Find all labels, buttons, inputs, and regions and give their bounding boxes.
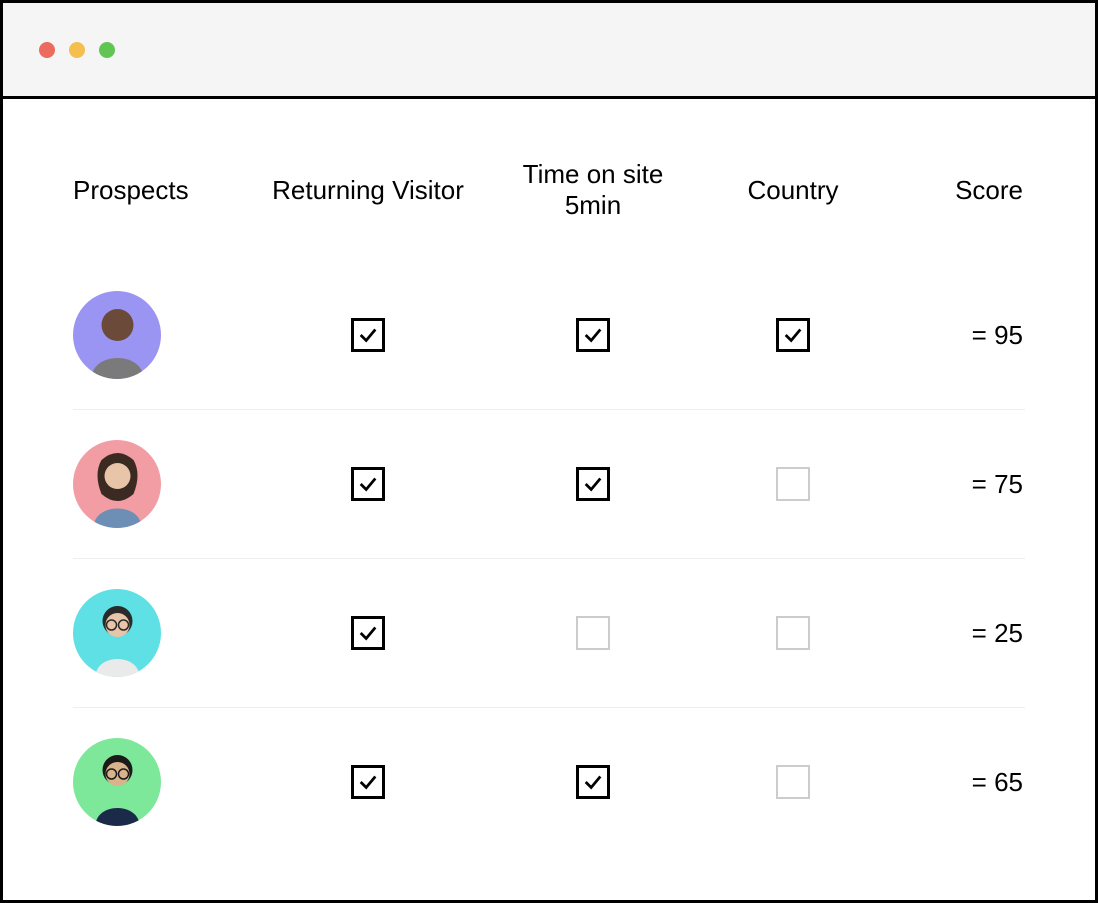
col-header-returning: Returning Visitor: [253, 175, 483, 206]
col-header-country: Country: [703, 175, 883, 206]
prospect-cell: [73, 589, 253, 677]
returning-checkbox[interactable]: [351, 616, 385, 650]
prospect-cell: [73, 440, 253, 528]
col-header-time-line2: 5min: [483, 190, 703, 221]
avatar: [73, 440, 161, 528]
country-checkbox[interactable]: [776, 467, 810, 501]
check-icon: [582, 324, 604, 346]
score-value: = 65: [883, 767, 1023, 798]
col-header-time: Time on site 5min: [483, 159, 703, 221]
person-icon: [85, 450, 150, 528]
avatar: [73, 589, 161, 677]
returning-checkbox[interactable]: [351, 467, 385, 501]
returning-checkbox[interactable]: [351, 765, 385, 799]
person-icon: [85, 301, 150, 379]
returning-checkbox[interactable]: [351, 318, 385, 352]
window-titlebar: [3, 3, 1095, 99]
app-window: Prospects Returning Visitor Time on site…: [0, 0, 1098, 903]
time-checkbox[interactable]: [576, 765, 610, 799]
col-header-time-line1: Time on site: [523, 159, 664, 189]
prospect-cell: [73, 738, 253, 826]
score-value: = 95: [883, 320, 1023, 351]
window-close-button[interactable]: [39, 42, 55, 58]
country-checkbox[interactable]: [776, 318, 810, 352]
table-row: = 95: [73, 261, 1025, 410]
window-maximize-button[interactable]: [99, 42, 115, 58]
time-checkbox[interactable]: [576, 467, 610, 501]
table-row: = 75: [73, 410, 1025, 559]
check-icon: [357, 771, 379, 793]
check-icon: [357, 473, 379, 495]
table-row: = 25: [73, 559, 1025, 708]
col-header-score: Score: [883, 175, 1023, 206]
time-checkbox[interactable]: [576, 318, 610, 352]
main-content: Prospects Returning Visitor Time on site…: [3, 99, 1095, 900]
check-icon: [357, 622, 379, 644]
avatar: [73, 291, 161, 379]
prospect-cell: [73, 291, 253, 379]
window-minimize-button[interactable]: [69, 42, 85, 58]
check-icon: [582, 771, 604, 793]
check-icon: [782, 324, 804, 346]
table-header-row: Prospects Returning Visitor Time on site…: [73, 159, 1025, 221]
score-value: = 75: [883, 469, 1023, 500]
avatar: [73, 738, 161, 826]
time-checkbox[interactable]: [576, 616, 610, 650]
person-icon: [85, 599, 150, 677]
score-value: = 25: [883, 618, 1023, 649]
check-icon: [582, 473, 604, 495]
person-icon: [85, 748, 150, 826]
col-header-prospects: Prospects: [73, 175, 253, 206]
country-checkbox[interactable]: [776, 765, 810, 799]
country-checkbox[interactable]: [776, 616, 810, 650]
check-icon: [357, 324, 379, 346]
table-row: = 65: [73, 708, 1025, 856]
